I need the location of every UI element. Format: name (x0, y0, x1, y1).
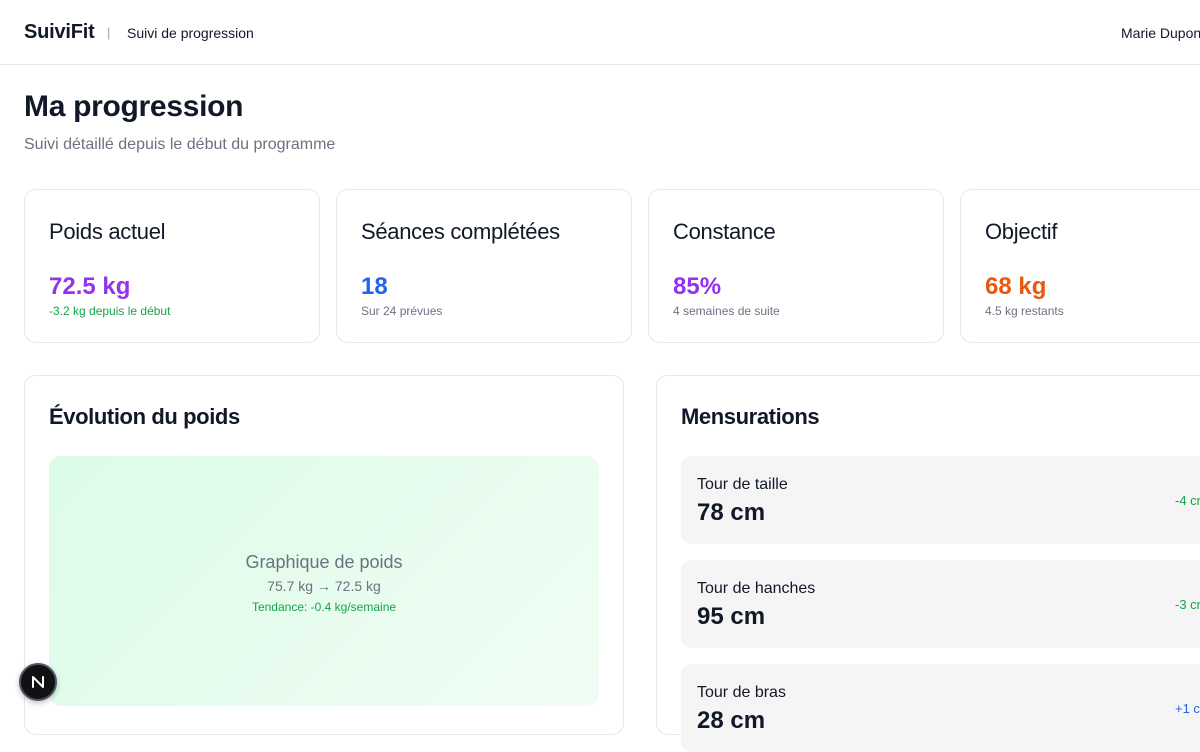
stat-value: 18 (361, 273, 388, 300)
measurement-label: Tour de taille (697, 476, 788, 493)
stat-title: Constance (673, 219, 776, 244)
stat-value: 68 kg (985, 273, 1047, 300)
stat-note: 4 semaines de suite (673, 304, 780, 318)
stat-note: -3.2 kg depuis le début (49, 304, 171, 318)
top-header: SuiviFit | Suivi de progression Marie Du… (0, 0, 1200, 65)
measurement-value: 78 cm (697, 499, 766, 526)
measurement-item-hips: Tour de hanches 95 cm -3 cm (681, 560, 1200, 648)
measurement-label: Tour de hanches (697, 580, 816, 597)
chart-placeholder-label: Graphique de poids (245, 552, 403, 572)
panel-title: Évolution du poids (49, 404, 240, 429)
weight-chart-placeholder: Graphique de poids 75.7 kg → 72.5 kg Ten… (49, 456, 599, 706)
chart-trend: Tendance: -0.4 kg/semaine (251, 600, 397, 614)
measurement-value: 28 cm (697, 707, 766, 734)
measurement-label: Tour de bras (697, 684, 786, 701)
stat-value: 72.5 kg (49, 273, 131, 300)
weight-evolution-panel: Évolution du poids Graphique de poids 75… (24, 375, 624, 735)
stat-card-current-weight: Poids actuel 72.5 kg -3.2 kg depuis le d… (24, 189, 320, 343)
measurements-panel: Mensurations Tour de taille 78 cm -4 cm … (656, 375, 1200, 752)
stat-title: Objectif (985, 219, 1058, 244)
chart-weight-range: 75.7 kg → 72.5 kg (267, 578, 381, 594)
section-name: Suivi de progression (127, 25, 254, 41)
header-separator: | (107, 25, 111, 40)
stat-title: Poids actuel (49, 219, 166, 244)
measurement-item-arms: Tour de bras 28 cm +1 cm (681, 664, 1200, 752)
stat-value: 85% (673, 273, 722, 300)
stat-title: Séances complétées (361, 219, 560, 244)
measurement-value: 95 cm (697, 603, 766, 630)
measurement-change: +1 cm (1175, 701, 1200, 716)
measurement-change: -4 cm (1175, 493, 1200, 508)
stat-card-goal: Objectif 68 kg 4.5 kg restants (960, 189, 1200, 343)
page-title: Ma progression (24, 90, 244, 123)
page-subtitle: Suivi détaillé depuis le début du progra… (24, 136, 336, 153)
stat-note: Sur 24 prévues (361, 304, 443, 318)
stat-card-sessions: Séances complétées 18 Sur 24 prévues (336, 189, 632, 343)
stat-note: 4.5 kg restants (985, 304, 1064, 318)
measurement-item-waist: Tour de taille 78 cm -4 cm (681, 456, 1200, 544)
stat-card-consistency: Constance 85% 4 semaines de suite (648, 189, 944, 343)
measurement-change: -3 cm (1175, 597, 1200, 612)
user-name[interactable]: Marie Dupont (1121, 25, 1200, 41)
nextjs-badge-button[interactable] (19, 663, 57, 701)
n-logo-icon (32, 676, 44, 688)
panel-title: Mensurations (681, 404, 820, 429)
brand-logo[interactable]: SuiviFit (24, 21, 95, 44)
